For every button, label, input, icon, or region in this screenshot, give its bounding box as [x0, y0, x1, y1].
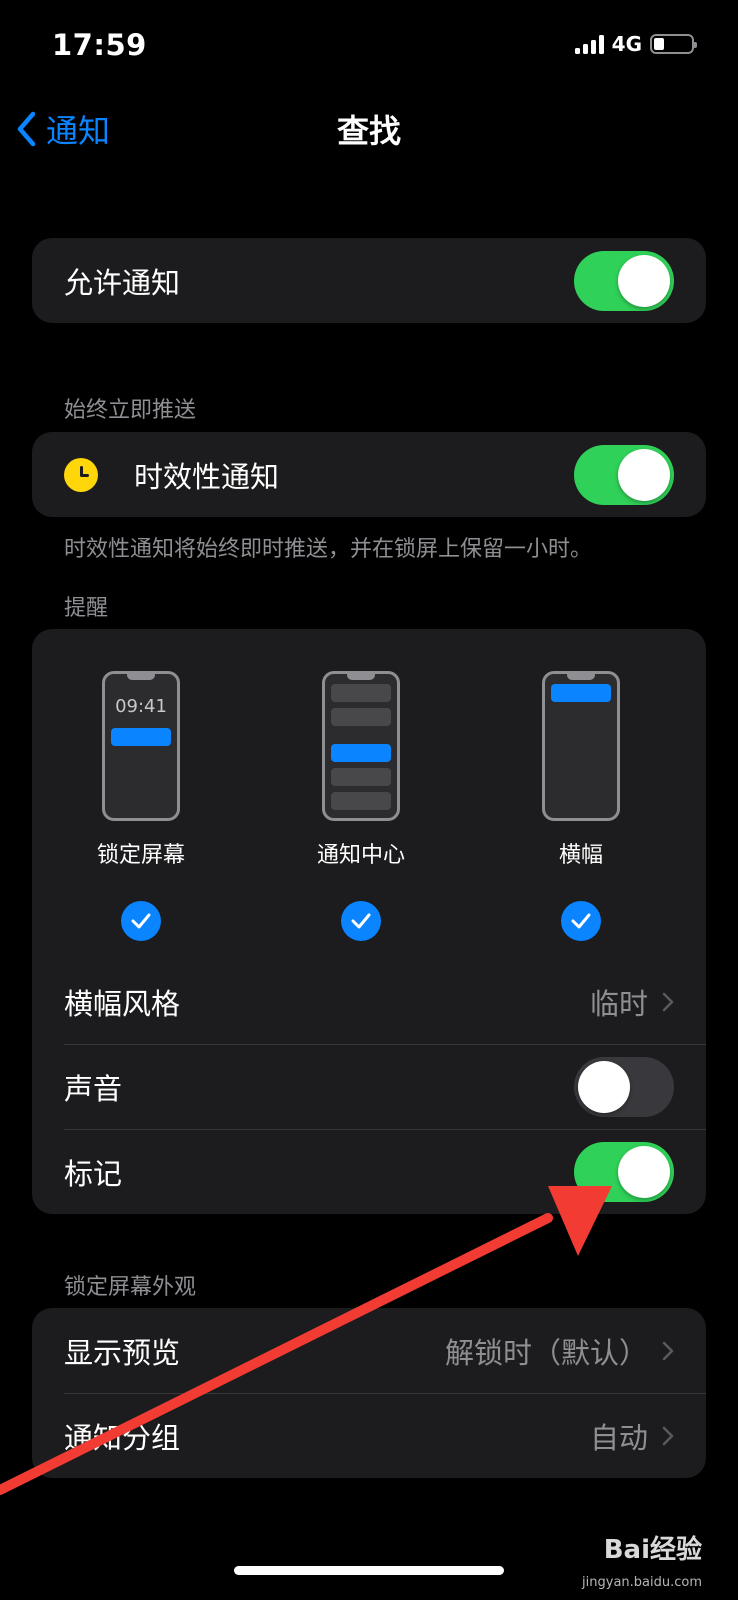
alerts-group: 09:41 锁定屏幕 通知中心 横幅 横幅风格 临时 声音 标记 [32, 629, 706, 1214]
allow-notifications-row: 允许通知 [32, 238, 706, 323]
network-type: 4G [611, 32, 642, 56]
immediate-section-header: 始终立即推送 [64, 398, 197, 423]
lock-screen-group: 显示预览 解锁时（默认） 通知分组 自动 [32, 1308, 706, 1478]
notification-center-preview-icon [322, 671, 400, 821]
chevron-right-icon [662, 1426, 674, 1445]
back-button[interactable]: 通知 [16, 106, 110, 152]
watermark-url: jingyan.baidu.com [582, 1575, 702, 1590]
status-time: 17:59 [52, 28, 147, 62]
chevron-right-icon [662, 1341, 674, 1360]
banner-style-label: 横幅风格 [64, 986, 181, 1021]
alert-style-label: 通知中心 [316, 843, 405, 868]
alert-style-label: 横幅 [558, 843, 603, 868]
lock-screen-preview-time: 09:41 [115, 696, 167, 717]
lock-screen-preview-icon: 09:41 [102, 671, 180, 821]
time-sensitive-footnote: 时效性通知将始终即时推送，并在锁屏上保留一小时。 [64, 537, 593, 562]
alert-style-label: 锁定屏幕 [96, 843, 185, 868]
allow-notifications-label: 允许通知 [64, 265, 181, 300]
notification-grouping-value: 自动 [589, 1420, 648, 1455]
banner-style-row[interactable]: 横幅风格 临时 [32, 959, 706, 1044]
alert-style-notification-center[interactable]: 通知中心 [291, 671, 431, 941]
show-previews-row[interactable]: 显示预览 解锁时（默认） [32, 1308, 706, 1393]
lock-screen-section-header: 锁定屏幕外观 [64, 1275, 197, 1300]
chevron-left-icon [17, 111, 36, 147]
battery-icon [650, 34, 697, 54]
alert-styles: 09:41 锁定屏幕 通知中心 横幅 [32, 629, 706, 959]
sounds-toggle[interactable] [574, 1056, 674, 1117]
time-sensitive-toggle[interactable] [574, 444, 674, 505]
allow-notifications-group: 允许通知 [32, 238, 706, 323]
sounds-row: 声音 [32, 1044, 706, 1129]
clock-icon [64, 457, 98, 492]
watermark-logo: Bai经验 [604, 1529, 702, 1566]
chevron-right-icon [662, 992, 674, 1011]
sounds-label: 声音 [64, 1071, 123, 1106]
notification-grouping-row[interactable]: 通知分组 自动 [32, 1393, 706, 1478]
banner-style-value: 临时 [589, 986, 648, 1021]
banners-preview-icon [542, 671, 620, 821]
page-title: 查找 [336, 112, 401, 150]
badges-toggle[interactable] [574, 1141, 674, 1202]
show-previews-value: 解锁时（默认） [444, 1335, 648, 1370]
alerts-section-header: 提醒 [64, 596, 109, 621]
alert-style-lock-screen[interactable]: 09:41 锁定屏幕 [71, 671, 211, 941]
status-indicators: 4G [574, 32, 697, 56]
watermark-brand: Bai经验 [603, 1535, 702, 1565]
checkmark-icon[interactable] [561, 901, 601, 941]
alert-style-banners[interactable]: 横幅 [511, 671, 651, 941]
checkmark-icon[interactable] [121, 901, 161, 941]
home-indicator[interactable] [234, 1566, 504, 1575]
badges-row: 标记 [32, 1129, 706, 1214]
back-label: 通知 [46, 112, 111, 150]
allow-notifications-toggle[interactable] [574, 250, 674, 311]
show-previews-label: 显示预览 [64, 1335, 181, 1370]
checkmark-icon[interactable] [341, 901, 381, 941]
notification-grouping-label: 通知分组 [64, 1420, 181, 1455]
time-sensitive-label: 时效性通知 [134, 459, 280, 494]
cellular-signal-icon [574, 34, 604, 54]
time-sensitive-row: 时效性通知 [32, 432, 706, 517]
badges-label: 标记 [64, 1156, 123, 1191]
time-sensitive-group: 时效性通知 [32, 432, 706, 517]
